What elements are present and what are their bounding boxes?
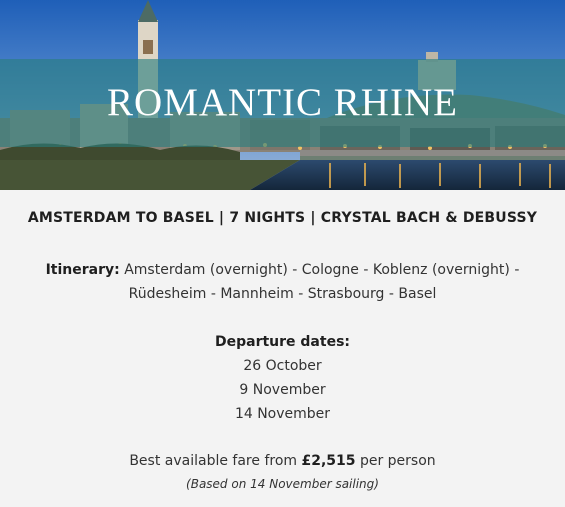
- fare-price: £2,515: [301, 453, 356, 469]
- itinerary-line-1: Amsterdam (overnight) - Cologne - Koblen…: [124, 262, 520, 278]
- fare-suffix: per person: [355, 453, 436, 469]
- itinerary-line-2: Rüdesheim - Mannheim - Strasbourg - Base…: [128, 286, 437, 302]
- fare-prefix: Best available fare from: [129, 453, 302, 469]
- fare-line: Best available fare from £2,515 per pers…: [0, 450, 565, 472]
- cruise-card: ROMANTIC RHINE AMSTERDAM TO BASEL | 7 NI…: [0, 0, 565, 507]
- departure-date: 9 November: [239, 382, 326, 398]
- departure-date: 26 October: [243, 358, 322, 374]
- route-summary: AMSTERDAM TO BASEL | 7 NIGHTS | CRYSTAL …: [27, 210, 538, 226]
- fare-note: (Based on 14 November sailing): [186, 477, 379, 491]
- hero-banner[interactable]: ROMANTIC RHINE: [0, 0, 565, 190]
- departure-dates-block: Departure dates: 26 October 9 November 1…: [0, 330, 565, 426]
- itinerary-label: Itinerary:: [45, 262, 120, 278]
- departure-dates-heading: Departure dates:: [214, 334, 350, 350]
- departure-date: 14 November: [234, 406, 331, 422]
- itinerary-block: Itinerary: Amsterdam (overnight) - Colog…: [20, 258, 545, 306]
- cruise-title: ROMANTIC RHINE: [107, 81, 458, 124]
